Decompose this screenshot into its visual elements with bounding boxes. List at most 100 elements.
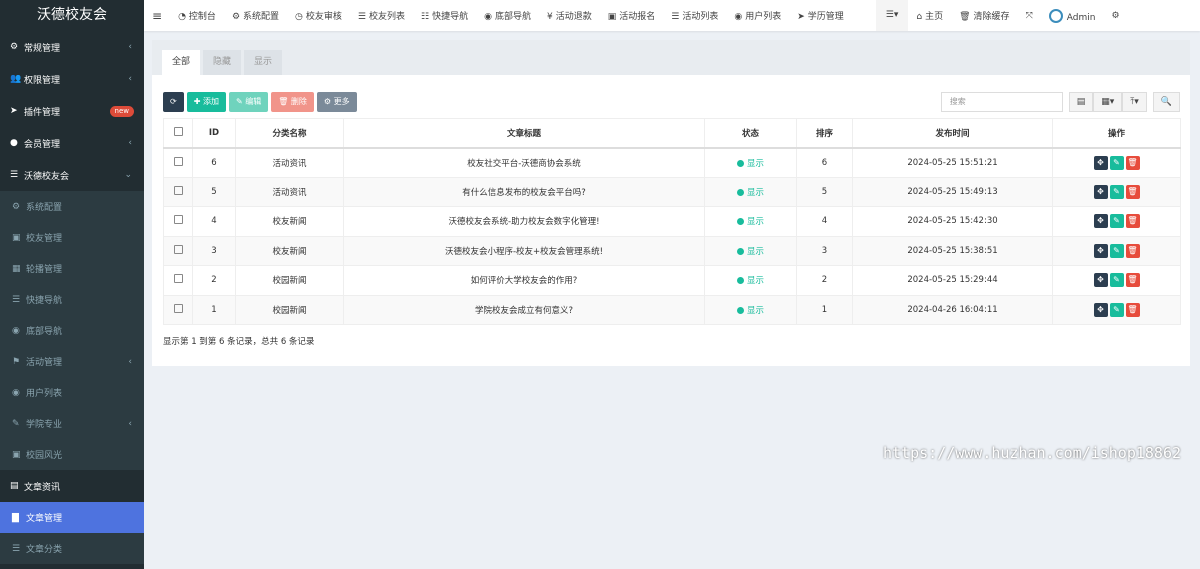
- drag-icon[interactable]: ✥: [1093, 214, 1108, 229]
- refresh-button[interactable]: ⟳: [163, 92, 184, 112]
- sidebar-subitem[interactable]: ☰ 文章分类: [0, 533, 144, 564]
- drag-icon[interactable]: ✥: [1093, 155, 1108, 170]
- status-dot-icon: [736, 218, 744, 226]
- sidebar-subitem[interactable]: ⚑ 活动管理 ‹: [0, 346, 144, 377]
- sidebar-subitem[interactable]: ◉ 底部导航: [0, 315, 144, 346]
- more-button[interactable]: ⚙ 更多: [316, 92, 357, 112]
- tab-visible[interactable]: 显示: [244, 50, 283, 75]
- columns-button[interactable]: ▦▾: [1093, 92, 1123, 112]
- select-all-checkbox[interactable]: [173, 126, 183, 136]
- sidebar-subitem[interactable]: ☰ 快捷导航: [0, 284, 144, 315]
- edit-icon[interactable]: ✎: [1109, 155, 1124, 170]
- col-status[interactable]: 状态: [704, 118, 797, 149]
- tab-hidden[interactable]: 隐藏: [203, 50, 242, 75]
- nav-icon: ◉: [734, 12, 743, 22]
- export-button[interactable]: ⤒▾: [1122, 92, 1147, 112]
- sidebar-subitem[interactable]: ▦ 轮播管理: [0, 253, 144, 284]
- menu-toggle-icon[interactable]: ≡: [144, 9, 170, 23]
- delete-icon[interactable]: 🗑: [1125, 214, 1140, 229]
- table-row[interactable]: 1 校园新闻 学院校友会成立有何意义? 显示 1 2024-04-26 16:0…: [163, 294, 1181, 325]
- sidebar-item[interactable]: ☰ 沃德校友会 ⌄: [0, 159, 144, 191]
- home-link[interactable]: ⌂ 主页: [908, 9, 951, 22]
- drag-icon[interactable]: ✥: [1093, 184, 1108, 199]
- sidebar-subitem[interactable]: ▣ 校园风光: [0, 439, 144, 470]
- sidebar-subitem[interactable]: ▇ 文章管理: [0, 502, 144, 533]
- edit-icon[interactable]: ✎: [1109, 302, 1124, 317]
- cell-status[interactable]: 显示: [704, 147, 797, 178]
- table-row[interactable]: 6 活动资讯 校友社交平台-沃德商协会系统 显示 6 2024-05-25 15…: [163, 147, 1181, 178]
- sidebar-item[interactable]: ⚙ 常规管理 ‹: [0, 31, 144, 63]
- sidebar-subitem[interactable]: ⚙ 系统配置: [0, 191, 144, 222]
- add-button[interactable]: ✚ 添加: [186, 92, 226, 112]
- top-nav-item[interactable]: ➤ 学历管理: [789, 9, 852, 22]
- top-nav-item[interactable]: ☷ 快捷导航: [413, 9, 476, 22]
- menu-icon: ☰: [12, 543, 21, 554]
- row-checkbox[interactable]: [173, 215, 183, 225]
- clear-cache-link[interactable]: 🗑 清除缓存: [951, 9, 1017, 22]
- top-nav-item[interactable]: ◉ 底部导航: [476, 9, 539, 22]
- top-nav-item[interactable]: ☰ 校友列表: [350, 9, 413, 22]
- chevron-left-icon: ‹: [128, 356, 132, 367]
- col-id[interactable]: ID: [192, 118, 236, 149]
- delete-button[interactable]: 🗑 删除: [271, 92, 314, 112]
- col-title[interactable]: 文章标题: [343, 118, 705, 149]
- sidebar-subitem[interactable]: ✎ 学院专业 ‹: [0, 408, 144, 439]
- cell-status[interactable]: 显示: [704, 294, 797, 325]
- toggle-view-button[interactable]: ▤: [1068, 92, 1094, 112]
- delete-icon[interactable]: 🗑: [1125, 155, 1140, 170]
- top-nav-item[interactable]: ◷ 校友审核: [287, 9, 350, 22]
- user-menu[interactable]: Admin: [1041, 8, 1104, 23]
- cell-category: 校友新闻: [235, 235, 344, 266]
- top-nav-item[interactable]: ☰ 活动列表: [663, 9, 726, 22]
- cell-title: 学院校友会成立有何意义?: [343, 294, 705, 325]
- edit-icon[interactable]: ✎: [1109, 273, 1124, 288]
- sidebar-item-articles[interactable]: ▤ 文章资讯: [0, 470, 144, 502]
- sidebar-item[interactable]: ➤ 插件管理 new: [0, 95, 144, 127]
- col-sort[interactable]: 排序: [796, 118, 853, 149]
- top-nav-item[interactable]: ¥ 活动退款: [539, 9, 600, 22]
- top-nav-item[interactable]: ◉ 用户列表: [726, 9, 789, 22]
- table-row[interactable]: 2 校园新闻 如何评价大学校友会的作用? 显示 2 2024-05-25 15:…: [163, 265, 1181, 296]
- cell-id: 4: [192, 206, 236, 237]
- edit-icon[interactable]: ✎: [1109, 214, 1124, 229]
- cell-status[interactable]: 显示: [704, 176, 797, 207]
- row-checkbox[interactable]: [173, 274, 183, 284]
- nav-icon: ¥: [546, 12, 553, 22]
- edit-icon[interactable]: ✎: [1109, 184, 1124, 199]
- delete-icon[interactable]: 🗑: [1125, 273, 1140, 288]
- menu-icon: ◉: [12, 325, 20, 336]
- table-row[interactable]: 3 校友新闻 沃德校友会小程序-校友+校友会管理系统! 显示 3 2024-05…: [163, 235, 1181, 266]
- cell-status[interactable]: 显示: [704, 206, 797, 237]
- sidebar-item[interactable]: ● 会员管理 ‹: [0, 127, 144, 159]
- delete-icon[interactable]: 🗑: [1125, 302, 1140, 317]
- table-row[interactable]: 5 活动资讯 有什么信息发布的校友会平台吗? 显示 5 2024-05-25 1…: [163, 176, 1181, 207]
- fullscreen-icon[interactable]: ⤧: [1018, 11, 1041, 21]
- settings-icon[interactable]: ⚙: [1103, 11, 1127, 21]
- sidebar-item[interactable]: 👥 权限管理 ‹: [0, 63, 144, 95]
- row-checkbox[interactable]: [173, 244, 183, 254]
- more-menu-button[interactable]: ☰▾: [875, 0, 909, 31]
- top-nav-item[interactable]: ⚙ 系统配置: [224, 9, 287, 22]
- delete-icon[interactable]: 🗑: [1125, 243, 1140, 258]
- search-input[interactable]: 搜索: [940, 92, 1063, 112]
- table-row[interactable]: 4 校友新闻 沃德校友会系统-助力校友会数字化管理! 显示 4 2024-05-…: [163, 206, 1181, 237]
- col-time[interactable]: 发布时间: [852, 118, 1053, 149]
- col-category[interactable]: 分类名称: [235, 118, 344, 149]
- top-nav-item[interactable]: ◔ 控制台: [170, 9, 224, 22]
- drag-icon[interactable]: ✥: [1093, 243, 1108, 258]
- cell-status[interactable]: 显示: [704, 235, 797, 266]
- edit-button[interactable]: ✎ 编辑: [228, 92, 269, 112]
- tab-all[interactable]: 全部: [162, 50, 201, 75]
- drag-icon[interactable]: ✥: [1093, 302, 1108, 317]
- top-nav-item[interactable]: ▣ 活动报名: [600, 9, 664, 22]
- search-button[interactable]: 🔍: [1152, 92, 1180, 112]
- row-checkbox[interactable]: [173, 185, 183, 195]
- cell-status[interactable]: 显示: [704, 265, 797, 296]
- drag-icon[interactable]: ✥: [1093, 273, 1108, 288]
- edit-icon[interactable]: ✎: [1109, 243, 1124, 258]
- sidebar-subitem[interactable]: ▣ 校友管理: [0, 222, 144, 253]
- delete-icon[interactable]: 🗑: [1125, 184, 1140, 199]
- sidebar-subitem[interactable]: ◉ 用户列表: [0, 377, 144, 408]
- row-checkbox[interactable]: [173, 303, 183, 313]
- row-checkbox[interactable]: [173, 156, 183, 166]
